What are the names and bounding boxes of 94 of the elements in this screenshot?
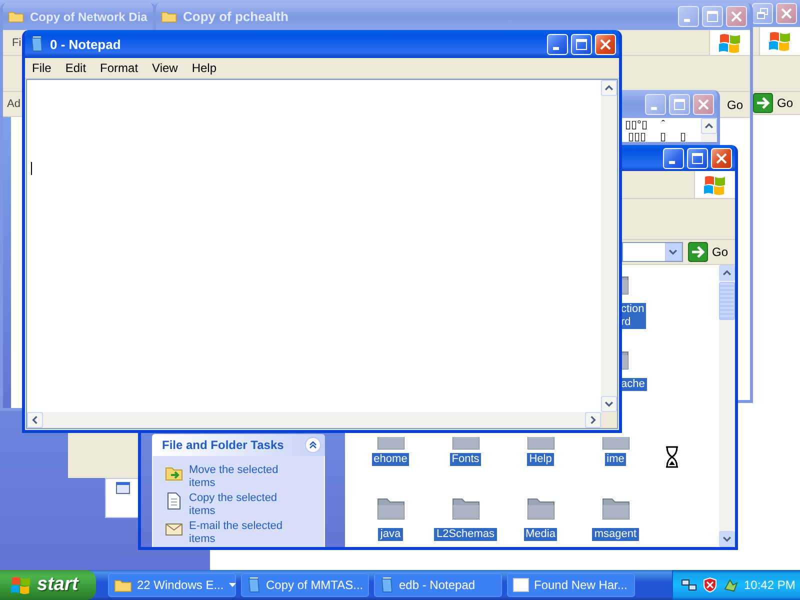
close-icon bbox=[698, 98, 709, 110]
taskbar-button[interactable]: Found New Har... bbox=[507, 573, 635, 597]
scroll-thumb[interactable] bbox=[719, 282, 735, 320]
folder-icon bbox=[8, 10, 24, 23]
clock: 10:42 PM bbox=[744, 578, 796, 592]
file-name[interactable]: Media bbox=[524, 528, 558, 541]
menu-item[interactable]: Edit bbox=[58, 59, 94, 77]
scroll-up-button[interactable] bbox=[701, 118, 717, 134]
garbled-text: ▯▯▯ bbox=[628, 131, 646, 142]
scroll-down-button[interactable] bbox=[601, 396, 617, 412]
scroll-up-button[interactable] bbox=[601, 80, 617, 96]
address-field[interactable] bbox=[622, 242, 683, 262]
restore-icon bbox=[757, 8, 768, 19]
text-caret bbox=[31, 162, 32, 175]
file-name[interactable]: java bbox=[378, 528, 403, 541]
hourglass-cursor-icon bbox=[664, 446, 680, 468]
window-title: 0 - Notepad bbox=[50, 36, 121, 52]
size-grip[interactable] bbox=[601, 412, 617, 428]
windows-logo-icon bbox=[768, 30, 792, 52]
folder-icon[interactable] bbox=[376, 437, 406, 451]
close-icon bbox=[600, 38, 611, 50]
panel-title: File and Folder Tasks bbox=[162, 438, 284, 452]
file-name[interactable]: Fonts bbox=[450, 453, 482, 466]
close-button[interactable] bbox=[776, 3, 797, 24]
close-icon bbox=[781, 8, 792, 19]
task-link[interactable]: Copy the selected items bbox=[189, 492, 294, 518]
task-link[interactable]: E-mail the selected items bbox=[189, 520, 294, 546]
file-name[interactable]: msagent bbox=[592, 528, 639, 541]
minimize-icon bbox=[684, 19, 690, 22]
close-button[interactable] bbox=[726, 6, 747, 27]
window-icon bbox=[116, 482, 130, 494]
go-button[interactable]: Go bbox=[686, 242, 732, 262]
menu-item[interactable]: View bbox=[145, 59, 185, 77]
close-button[interactable] bbox=[693, 94, 714, 114]
folder-icon bbox=[114, 578, 132, 592]
window-icon bbox=[513, 578, 529, 592]
restore-button[interactable] bbox=[752, 3, 773, 24]
close-icon bbox=[716, 152, 727, 164]
windows-logo-icon bbox=[10, 575, 32, 595]
file-name[interactable]: ehome bbox=[372, 453, 410, 466]
windows-logo-icon bbox=[718, 32, 742, 54]
windows-logo-icon bbox=[703, 174, 727, 196]
scrollbar[interactable] bbox=[701, 118, 717, 142]
program-icon[interactable] bbox=[723, 577, 739, 593]
caret-icon bbox=[228, 583, 236, 587]
folder-icon[interactable] bbox=[600, 437, 630, 451]
file-name[interactable]: ime bbox=[604, 453, 626, 466]
taskbar-button[interactable]: Copy of MMTAS... bbox=[241, 573, 369, 597]
folder-icon bbox=[161, 10, 177, 23]
scroll-up-button[interactable] bbox=[719, 265, 735, 281]
garbled-text: ▯▯°▯ bbox=[625, 119, 648, 131]
garbled-text: ▯ bbox=[680, 131, 686, 142]
folder-icon[interactable] bbox=[526, 437, 556, 451]
close-icon bbox=[731, 11, 742, 22]
garbled-text: ˆ bbox=[661, 119, 666, 131]
shield-icon[interactable] bbox=[702, 577, 718, 593]
maximize-icon bbox=[707, 11, 718, 22]
menu-item[interactable]: Fi bbox=[3, 36, 22, 48]
maximize-icon bbox=[576, 38, 587, 50]
menu-item[interactable]: File bbox=[25, 59, 58, 77]
maximize-icon bbox=[674, 98, 685, 110]
garbled-text: ▯ bbox=[660, 131, 666, 142]
menu-item[interactable]: Help bbox=[184, 59, 224, 77]
maximize-icon bbox=[692, 152, 703, 164]
minimize-icon bbox=[668, 160, 674, 164]
go-button[interactable]: Go bbox=[726, 94, 747, 115]
notepad-icon bbox=[30, 36, 44, 52]
scroll-right-button[interactable] bbox=[585, 412, 601, 428]
scrollbar[interactable] bbox=[601, 80, 617, 412]
minimize-icon bbox=[650, 106, 656, 110]
file-name[interactable]: Help bbox=[527, 453, 554, 466]
start-button[interactable]: start bbox=[0, 570, 96, 600]
taskbar-button[interactable]: 22 Windows E... bbox=[108, 573, 236, 597]
window-title: Copy of pchealth bbox=[183, 9, 288, 24]
minimize-icon bbox=[552, 46, 558, 50]
scrollbar[interactable] bbox=[27, 412, 617, 428]
network-icon[interactable] bbox=[681, 577, 697, 593]
notepad-icon bbox=[380, 577, 394, 593]
address-label: Ad bbox=[7, 98, 20, 110]
notepad-icon bbox=[247, 577, 261, 593]
file-name[interactable]: L2Schemas bbox=[434, 528, 497, 541]
scrollbar[interactable] bbox=[719, 265, 735, 547]
scroll-left-button[interactable] bbox=[27, 412, 43, 428]
collapse-icon bbox=[305, 437, 321, 453]
menu-item[interactable]: Format bbox=[93, 59, 146, 77]
task-link[interactable]: Move the selected items bbox=[189, 464, 294, 490]
document-icon bbox=[165, 492, 183, 510]
dropdown-button[interactable] bbox=[664, 243, 682, 261]
task-panel-header[interactable]: File and Folder Tasks bbox=[152, 434, 325, 456]
scroll-down-button[interactable] bbox=[719, 531, 735, 547]
go-button[interactable]: Go bbox=[752, 92, 797, 114]
folder-icon[interactable] bbox=[450, 437, 480, 451]
window-title: Copy of Network Dia bbox=[30, 10, 148, 24]
taskbar-button[interactable]: edb - Notepad bbox=[374, 573, 502, 597]
